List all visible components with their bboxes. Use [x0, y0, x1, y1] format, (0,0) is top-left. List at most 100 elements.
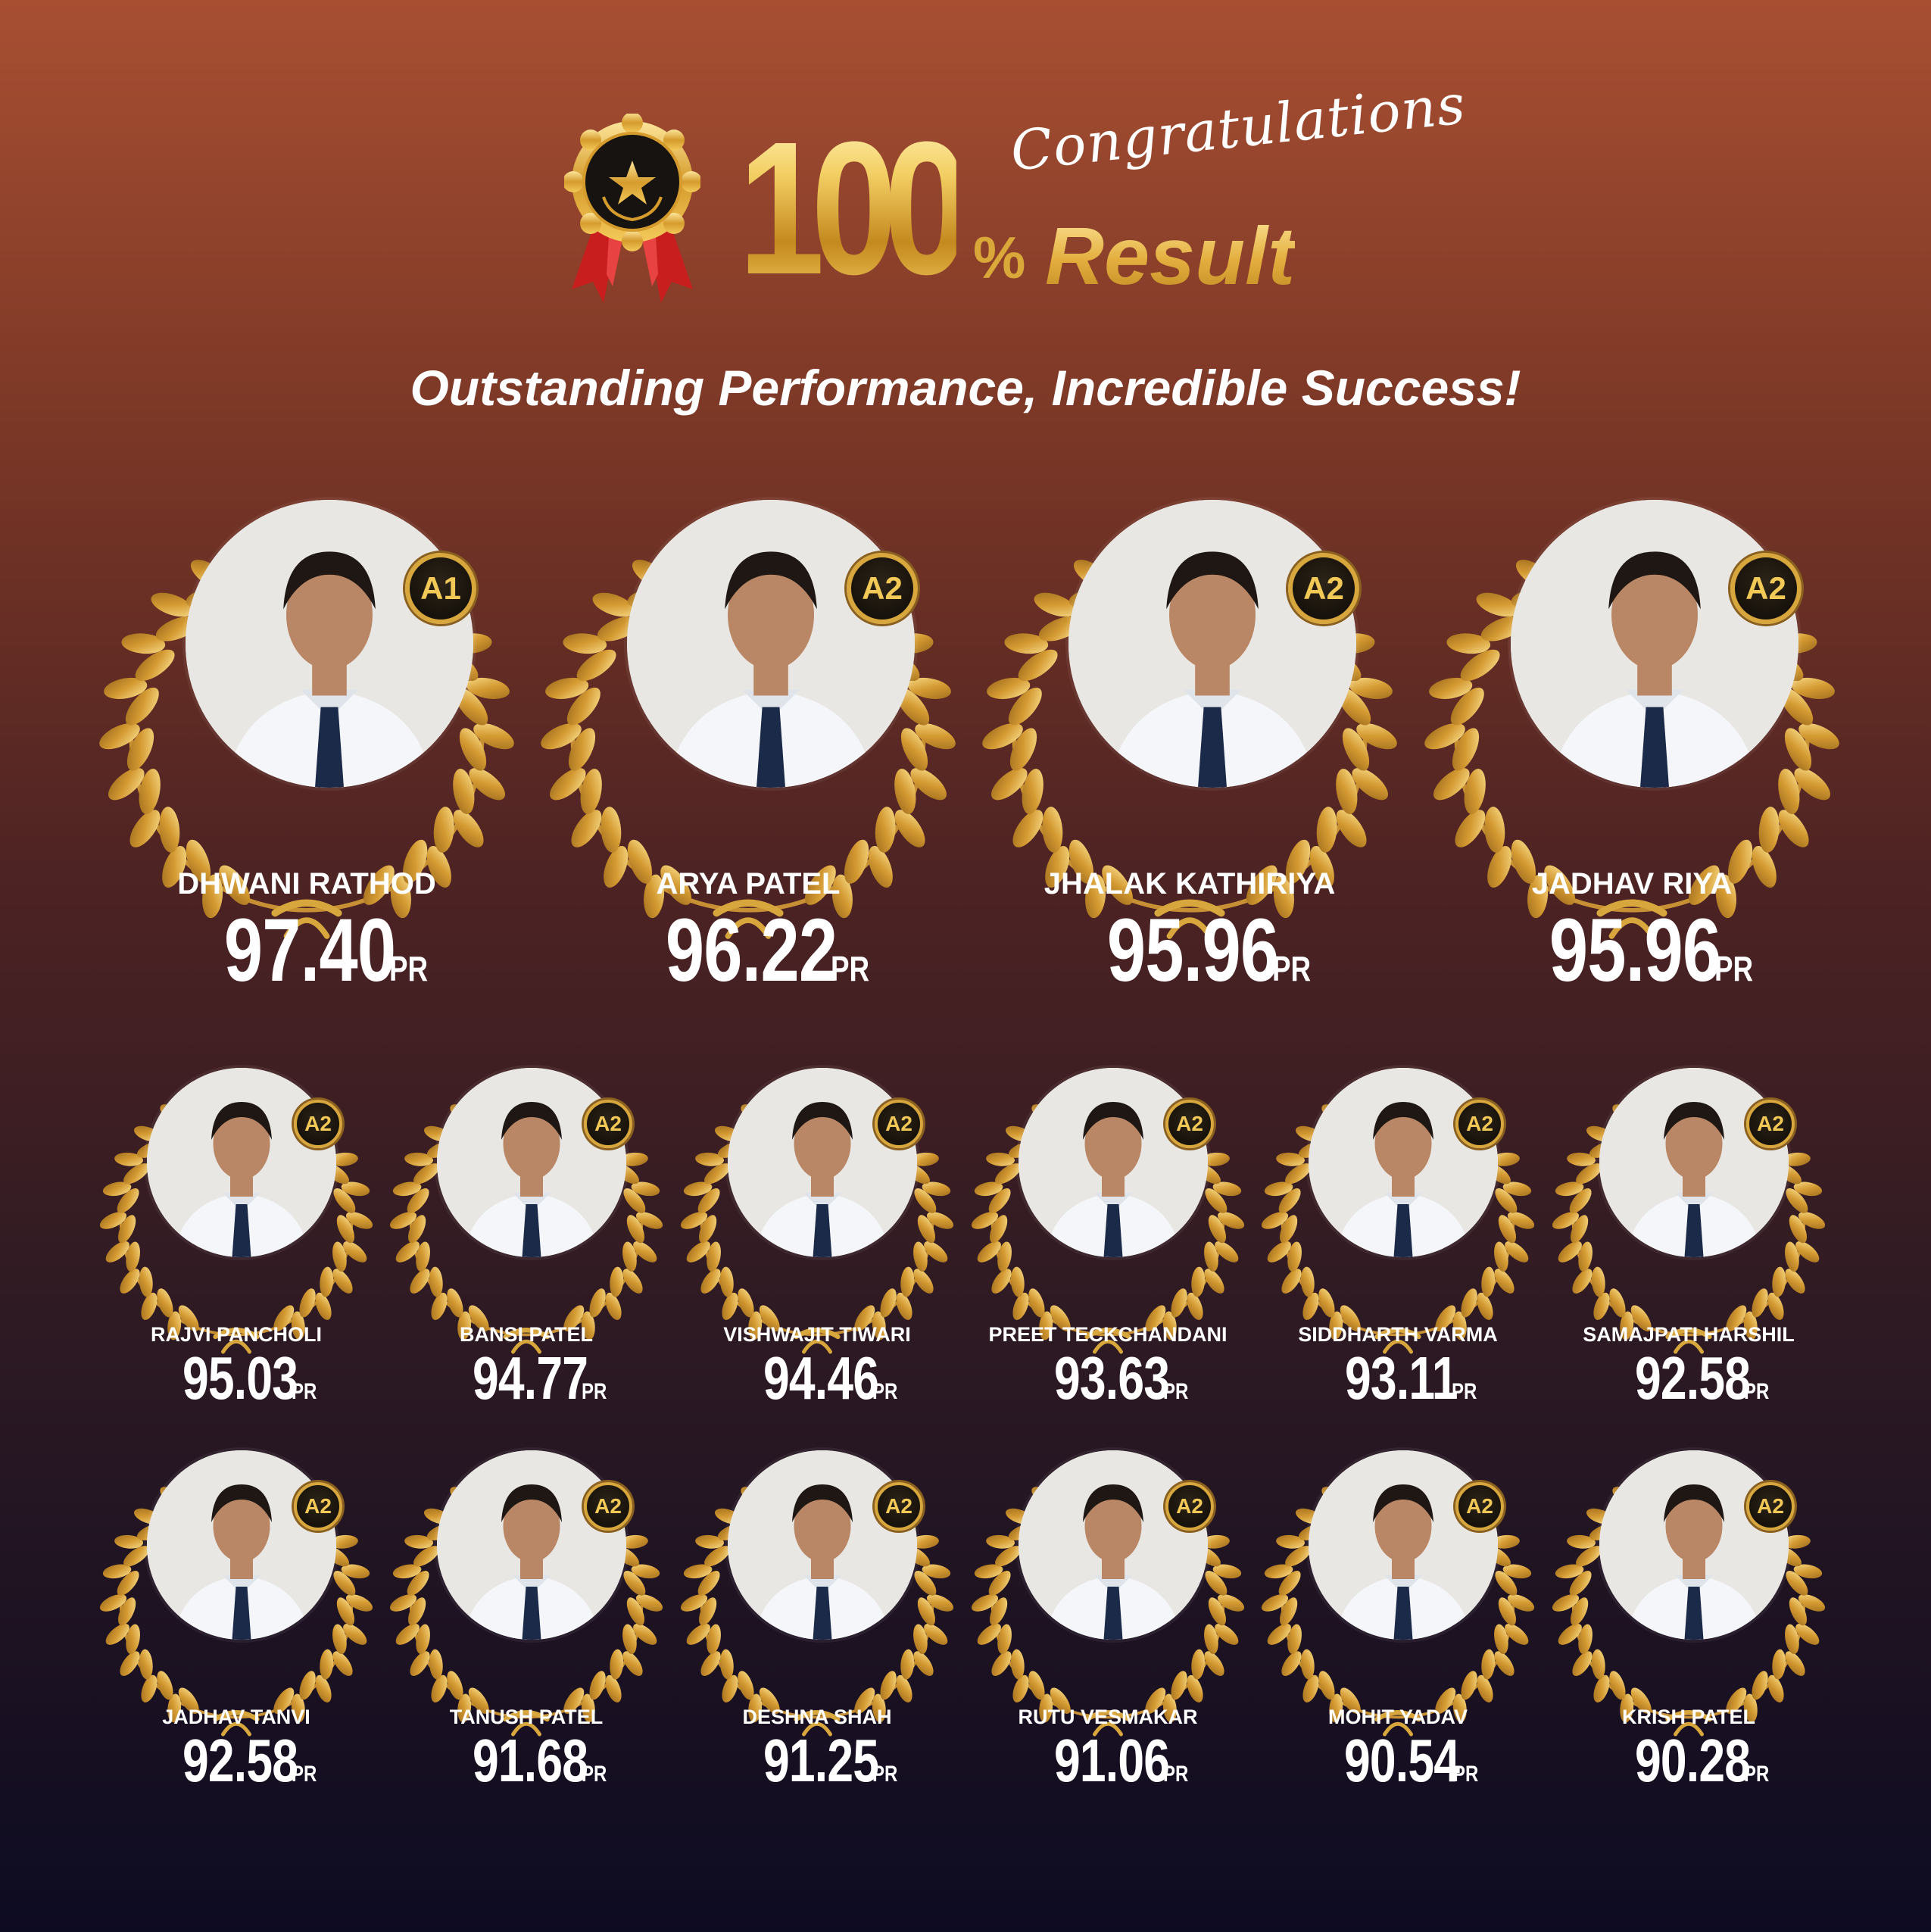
student-name: RAJVI PANCHOLI: [150, 1323, 323, 1346]
student-name: RUTU VESMAKAR: [1018, 1706, 1198, 1728]
score-unit: PR: [872, 1379, 898, 1404]
grade-badge: A2: [294, 1100, 342, 1148]
laurel-leaf: [1481, 1266, 1496, 1297]
laurel-leaf: [875, 807, 896, 853]
laurel-leaf: [1591, 1649, 1605, 1680]
student-score: 91.68PR: [382, 1729, 670, 1810]
score-value: 92.58: [1634, 1344, 1750, 1412]
score-unit: PR: [1272, 949, 1312, 988]
score-unit: PR: [1714, 949, 1754, 988]
laurel-leaf: [139, 1649, 153, 1680]
student-photo: [1019, 1450, 1208, 1640]
student-name: ARYA PATEL: [656, 867, 841, 900]
laurel-leaf: [1316, 807, 1337, 853]
laurel-leaf: [1481, 1649, 1496, 1680]
student-score: 95.03PR: [92, 1347, 380, 1428]
grade-badge: A2: [1288, 553, 1359, 624]
score-value: 93.11: [1344, 1344, 1458, 1412]
score-unit: PR: [1743, 1379, 1770, 1404]
student-photo-icon: [1511, 500, 1798, 788]
student-name: KRISH PATEL: [1621, 1706, 1755, 1728]
student-photo-icon: [147, 1068, 336, 1257]
student-card: A2 TANUSH PATEL 91.68PR: [382, 1450, 670, 1806]
grade-badge: A2: [1746, 1100, 1795, 1148]
student-card: A2 KRISH PATEL 90.28PR: [1545, 1450, 1833, 1806]
laurel-leaf: [900, 1266, 915, 1297]
score-value: 97.40: [223, 900, 396, 1000]
student-photo: [627, 500, 915, 788]
student-score: 91.25PR: [673, 1729, 961, 1810]
student-photo: [147, 1068, 336, 1257]
student-score: 92.58PR: [92, 1729, 380, 1810]
laurel-leaf: [900, 1649, 915, 1680]
student-name: JHALAK KATHIRIYA: [1043, 867, 1336, 900]
score-value: 94.77: [472, 1344, 588, 1412]
student-score: 93.63PR: [964, 1347, 1252, 1428]
laurel-leaf: [1484, 807, 1505, 853]
laurel-leaf: [1758, 807, 1780, 853]
student-score: 91.06PR: [964, 1729, 1252, 1810]
student-name: DESHNA SHAH: [742, 1706, 892, 1728]
student-photo-icon: [1309, 1450, 1498, 1640]
student-card: A2 JHALAK KATHIRIYA 95.96PR: [978, 500, 1402, 1045]
student-name: JADHAV RIYA: [1531, 867, 1733, 900]
student-card: A2 DESHNA SHAH 91.25PR: [673, 1450, 961, 1806]
laurel-leaf: [1772, 1649, 1786, 1680]
student-photo-icon: [437, 1068, 626, 1257]
student-photo: [1019, 1068, 1208, 1257]
student-photo-icon: [437, 1450, 626, 1640]
student-photo: [1068, 500, 1356, 788]
laurel-leaf: [1191, 1649, 1206, 1680]
laurel-leaf: [1300, 1266, 1315, 1297]
student-photo-icon: [627, 500, 915, 788]
score-value: 95.96: [1106, 900, 1279, 1000]
result-headline: Result: [1045, 210, 1296, 301]
score-unit: PR: [389, 949, 429, 988]
laurel-leaf: [320, 1649, 334, 1680]
student-card: A1 DHWANI RATHOD 97.40PR: [95, 500, 519, 1045]
score-value: 94.46: [763, 1344, 878, 1412]
student-name: TANUSH PATEL: [449, 1706, 604, 1728]
student-name: SAMAJPATI HARSHIL: [1583, 1323, 1795, 1346]
student-card: A2 VISHWAJIT TIWARI 94.46PR: [673, 1068, 961, 1424]
grade-badge: A2: [1455, 1482, 1504, 1531]
laurel-leaf: [719, 1649, 734, 1680]
student-card: A2 JADHAV TANVI 92.58PR: [92, 1450, 380, 1806]
award-medal-icon: [564, 114, 700, 303]
student-score: 95.96PR: [1420, 901, 1844, 1027]
score-unit: PR: [831, 949, 870, 988]
grade-badge: A1: [405, 553, 476, 624]
student-score: 92.58PR: [1545, 1347, 1833, 1428]
student-card: A2 RUTU VESMAKAR 91.06PR: [964, 1450, 1252, 1806]
laurel-leaf: [1191, 1266, 1206, 1297]
student-photo-icon: [1599, 1450, 1789, 1640]
student-photo-icon: [1019, 1450, 1208, 1640]
student-photo-icon: [186, 500, 473, 788]
laurel-leaf: [601, 807, 622, 853]
score-value: 92.58: [182, 1727, 298, 1794]
congratulations-script: Congratulations: [1007, 72, 1469, 183]
student-name: VISHWAJIT TIWARI: [723, 1323, 911, 1346]
student-photo: [437, 1450, 626, 1640]
student-name: JADHAV TANVI: [162, 1706, 310, 1728]
student-name: PREET TECKCHANDANI: [988, 1323, 1228, 1346]
student-photo: [728, 1450, 917, 1640]
score-unit: PR: [291, 1379, 317, 1404]
grade-badge: A2: [1165, 1100, 1214, 1148]
laurel-leaf: [1010, 1266, 1025, 1297]
grade-badge: A2: [875, 1100, 923, 1148]
score-unit: PR: [581, 1379, 607, 1404]
student-photo: [1511, 500, 1798, 788]
student-photo-icon: [728, 1450, 917, 1640]
grade-badge: A2: [1165, 1482, 1214, 1531]
student-photo: [728, 1068, 917, 1257]
score-unit: PR: [1162, 1379, 1189, 1404]
student-name: MOHIT YADAV: [1327, 1706, 1468, 1728]
score-value: 91.06: [1053, 1727, 1169, 1794]
student-name: BANSI PATEL: [459, 1323, 593, 1346]
student-card: A2 RAJVI PANCHOLI 95.03PR: [92, 1068, 380, 1424]
grade-badge: A2: [875, 1482, 923, 1531]
laurel-leaf: [429, 1649, 443, 1680]
score-value: 90.54: [1343, 1727, 1459, 1794]
score-value: 91.68: [472, 1727, 588, 1794]
